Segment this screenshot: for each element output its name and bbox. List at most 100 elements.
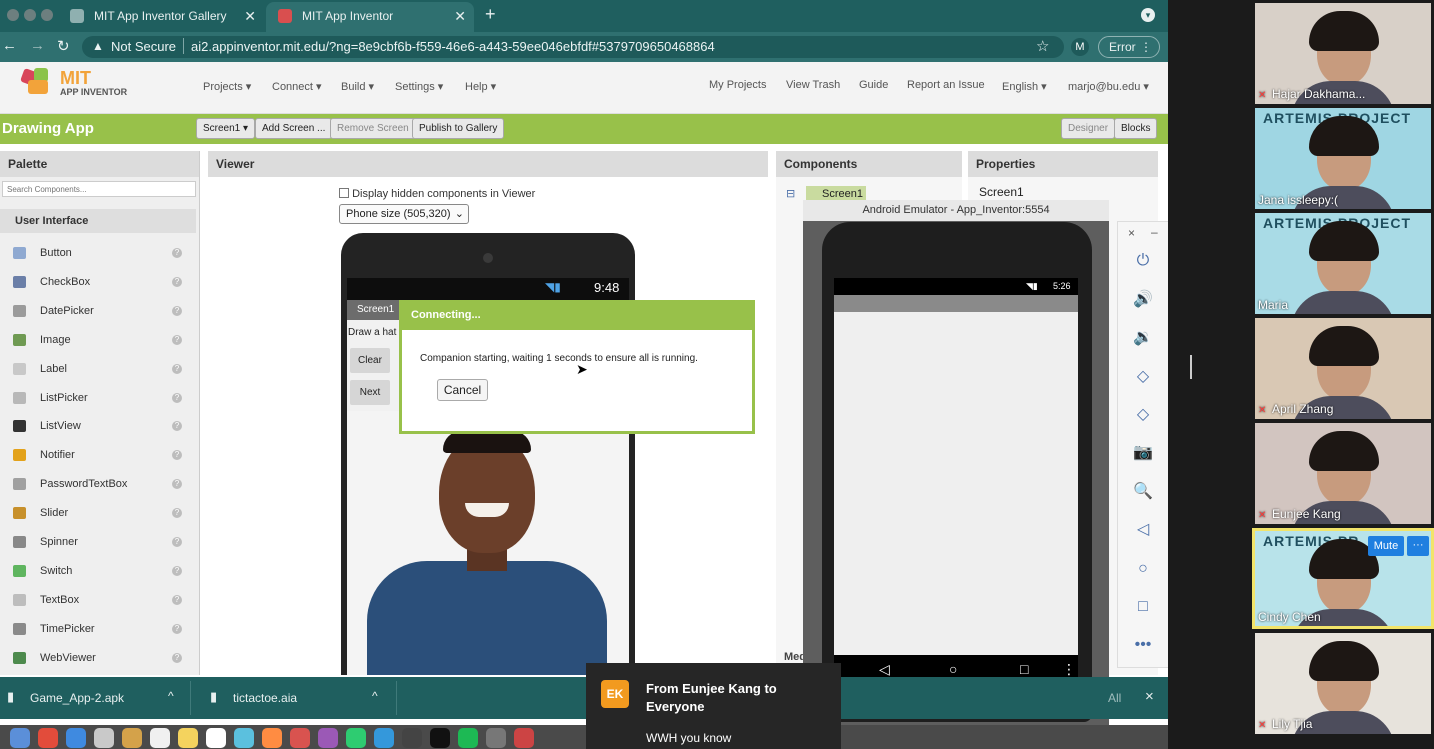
tab-gallery[interactable]: MIT App Inventor Gallery ✕ (58, 2, 264, 32)
nav-build[interactable]: Build ▾ (341, 80, 374, 93)
back-icon[interactable]: ← (2, 37, 17, 54)
nav-report-issue[interactable]: Report an Issue (907, 79, 985, 91)
dock-app-icon[interactable] (94, 728, 114, 748)
help-icon[interactable]: ? (172, 594, 182, 605)
recent-apps-nav-icon[interactable]: □ (1020, 661, 1028, 677)
app-inventor-logo-icon[interactable] (20, 68, 56, 98)
close-window-button[interactable] (7, 9, 19, 21)
nav-connect[interactable]: Connect ▾ (272, 80, 322, 93)
help-icon[interactable]: ? (172, 421, 182, 432)
palette-item-switch[interactable]: Switch? (0, 557, 196, 586)
phone-size-select[interactable]: Phone size (505,320) ⌄ (339, 204, 469, 224)
minimize-window-button[interactable] (24, 9, 36, 21)
palette-item-timepicker[interactable]: TimePicker? (0, 615, 196, 644)
volume-up-icon[interactable]: 🔊 (1118, 282, 1168, 318)
dock-app-icon[interactable] (430, 728, 450, 748)
help-icon[interactable]: ? (172, 652, 182, 663)
palette-item-spinner[interactable]: Spinner? (0, 528, 196, 557)
dock-app-icon[interactable] (374, 728, 394, 748)
volume-down-icon[interactable]: 🔉 (1118, 320, 1168, 356)
close-downloads-icon[interactable]: × (1145, 688, 1154, 705)
palette-item-label[interactable]: Label? (0, 355, 196, 384)
url-text[interactable]: ai2.appinventor.mit.edu/?ng=8e9cbf6b-f55… (191, 39, 715, 54)
home-nav-icon[interactable]: ○ (949, 661, 957, 677)
nav-my-projects[interactable]: My Projects (709, 79, 766, 91)
resize-handle[interactable] (1190, 355, 1192, 379)
overview-icon[interactable]: □ (1118, 589, 1168, 625)
help-icon[interactable]: ? (172, 479, 182, 490)
back-icon[interactable]: ◁ (1118, 512, 1168, 548)
cancel-button[interactable]: Cancel (437, 379, 488, 401)
back-nav-icon[interactable]: ◁ (879, 661, 890, 678)
participant-tile[interactable]: ARTEMIS PROJECT Jana issleepy:( (1255, 108, 1431, 209)
help-icon[interactable]: ? (172, 565, 182, 576)
dock-app-icon[interactable] (514, 728, 534, 748)
download-menu-caret-2[interactable]: ^ (372, 689, 378, 703)
forward-icon[interactable]: → (30, 37, 45, 54)
participant-tile[interactable]: ARTEMIS PROJECT Maria (1255, 213, 1431, 314)
collapse-tree-icon[interactable]: ⊟ (786, 187, 795, 200)
maximize-window-button[interactable] (41, 9, 53, 21)
tab-search-icon[interactable]: ▾ (1141, 8, 1155, 22)
show-all-button[interactable]: All (1108, 691, 1121, 705)
canvas-image[interactable] (347, 411, 629, 675)
reload-icon[interactable]: ↻ (57, 37, 70, 55)
dock-app-icon[interactable] (318, 728, 338, 748)
dock-app-icon[interactable] (206, 728, 226, 748)
kebab-menu-icon[interactable]: ⋮ (1140, 37, 1152, 57)
participant-tile[interactable]: ✕ Lily Tjia (1255, 633, 1431, 734)
dock-app-icon[interactable] (66, 728, 86, 748)
screen-select-button[interactable]: Screen1 ▾ (196, 118, 256, 139)
designer-button[interactable]: Designer (1061, 118, 1116, 139)
dock-app-icon[interactable] (486, 728, 506, 748)
more-nav-icon[interactable]: ⋮ (1062, 661, 1076, 678)
checkbox-icon[interactable] (339, 188, 349, 198)
emulator-title[interactable]: Android Emulator - App_Inventor:5554 (803, 200, 1109, 221)
dock-app-icon[interactable] (150, 728, 170, 748)
palette-item-textbox[interactable]: TextBox? (0, 586, 196, 615)
nav-help[interactable]: Help ▾ (465, 80, 496, 93)
participant-tile[interactable]: ✕ April Zhang (1255, 318, 1431, 419)
tab-app-inventor[interactable]: MIT App Inventor ✕ (266, 2, 474, 32)
close-tab-icon[interactable]: ✕ (244, 2, 256, 30)
palette-item-webviewer[interactable]: WebViewer? (0, 644, 196, 673)
dock-app-icon[interactable] (10, 728, 30, 748)
next-button[interactable]: Next (350, 380, 390, 405)
clear-button[interactable]: Clear (350, 348, 390, 373)
new-tab-icon[interactable]: + (485, 4, 496, 25)
emulator-screen[interactable] (834, 312, 1078, 655)
palette-item-listview[interactable]: ListView? (0, 412, 196, 441)
dock-app-icon[interactable] (402, 728, 422, 748)
nav-guide[interactable]: Guide (859, 79, 888, 91)
dock-app-icon[interactable] (290, 728, 310, 748)
power-icon[interactable]: ⏻ (1118, 243, 1168, 279)
hidden-components-checkbox[interactable]: Display hidden components in Viewer (339, 188, 535, 200)
minimize-icon[interactable]: – (1151, 225, 1158, 239)
component-search-input[interactable] (2, 181, 196, 197)
help-icon[interactable]: ? (172, 392, 182, 403)
dock-app-icon[interactable] (178, 728, 198, 748)
dock-app-icon[interactable] (346, 728, 366, 748)
publish-gallery-button[interactable]: Publish to Gallery (412, 118, 505, 139)
more-options-icon[interactable]: ••• (1118, 627, 1168, 663)
participant-tile[interactable]: ARTEMIS PR Cindy Chen Mute ··· (1252, 528, 1434, 629)
palette-item-slider[interactable]: Slider? (0, 499, 196, 528)
palette-item-listpicker[interactable]: ListPicker? (0, 384, 196, 413)
home-icon[interactable]: ○ (1118, 551, 1168, 587)
help-icon[interactable]: ? (172, 334, 182, 345)
mute-button[interactable]: Mute (1368, 536, 1404, 556)
warning-icon[interactable]: ▲ (92, 39, 104, 53)
more-options-button[interactable]: ··· (1407, 536, 1429, 556)
close-tab-icon[interactable]: ✕ (454, 2, 466, 30)
help-icon[interactable]: ? (172, 450, 182, 461)
add-screen-button[interactable]: Add Screen ... (255, 118, 333, 139)
dock-app-icon[interactable] (122, 728, 142, 748)
nav-view-trash[interactable]: View Trash (786, 79, 840, 91)
nav-language[interactable]: English ▾ (1002, 80, 1047, 93)
help-icon[interactable]: ? (172, 248, 182, 258)
nav-settings[interactable]: Settings ▾ (395, 80, 443, 93)
chat-notification[interactable]: EK From Eunjee Kang to Everyone WWH you … (586, 663, 841, 749)
download-menu-caret-1[interactable]: ^ (168, 689, 174, 703)
camera-icon[interactable]: 📷 (1118, 435, 1168, 471)
remove-screen-button[interactable]: Remove Screen (330, 118, 416, 139)
